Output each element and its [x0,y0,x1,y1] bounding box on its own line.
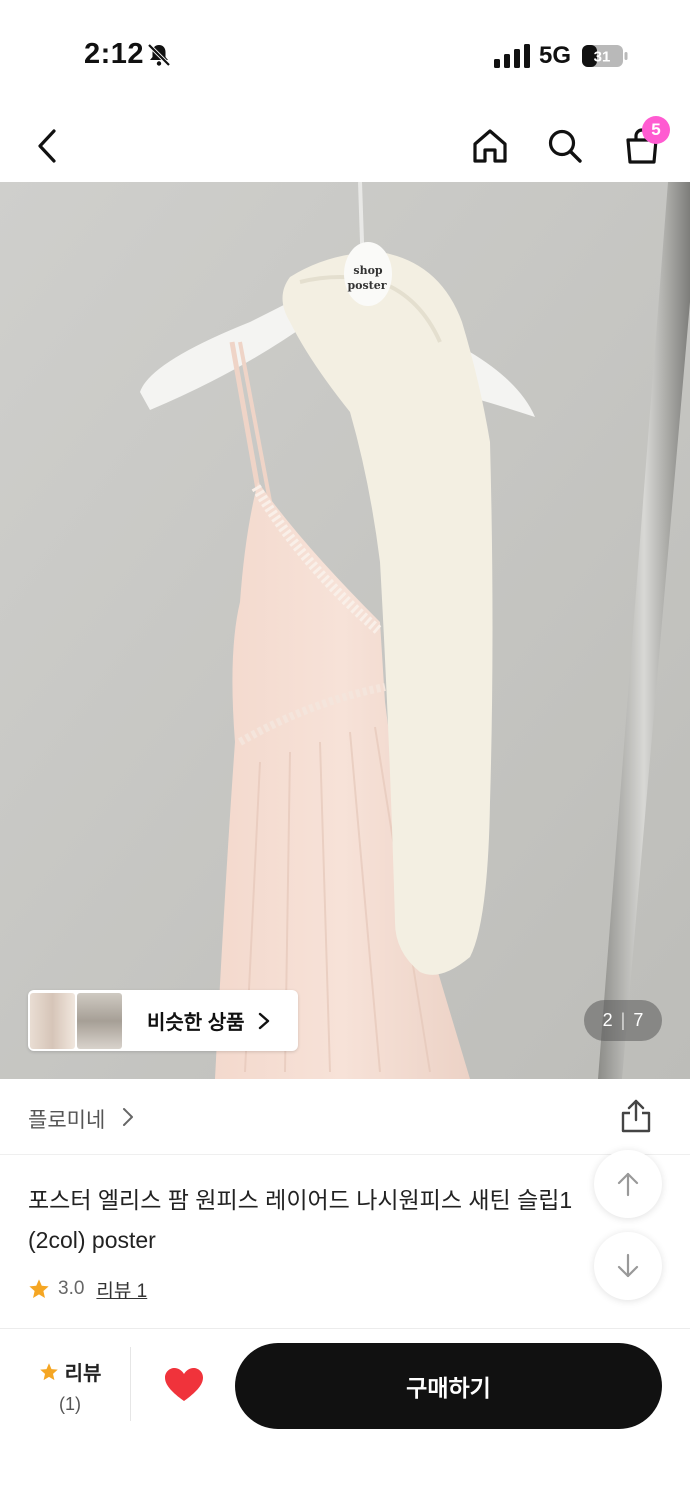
chevron-right-icon [258,1012,269,1029]
similar-thumbnail [77,992,122,1049]
home-button[interactable] [468,124,512,168]
status-bar: 2:12 5G 31 [0,0,690,110]
review-summary-button[interactable]: 리뷰 (1) [30,1357,110,1415]
buy-button[interactable]: 구매하기 [235,1343,662,1429]
rating-row: 3.0 리뷰 1 [28,1275,147,1303]
star-icon [39,1362,58,1380]
network-label: 5G [539,42,572,69]
counter-current: 2 [602,1010,613,1030]
arrow-up-icon [617,1172,639,1197]
counter-total: 7 [633,1010,644,1030]
hanger-tag-text: poster [347,279,386,292]
bottom-action-bar: 리뷰 (1) 구매하기 [0,1328,690,1500]
review-summary-top: 리뷰 [30,1357,110,1386]
similar-thumbnail [30,992,75,1049]
chevron-right-icon [123,1108,133,1126]
bell-off-icon [147,43,171,67]
counter-separator: | [620,1010,626,1030]
arrow-down-icon [617,1253,639,1278]
search-button[interactable] [543,124,587,168]
review-link[interactable]: 리뷰 1 [96,1276,147,1303]
battery-icon: 31 [582,45,628,67]
image-counter: 2 | 7 [584,1000,662,1041]
home-icon [473,129,507,163]
similar-products-button[interactable]: 비슷한 상품 [28,990,298,1051]
signal-icon [494,44,530,68]
product-title: 포스터 엘리스 팜 원피스 레이어드 나시원피스 새틴 슬립1 (2col) p… [28,1187,573,1253]
product-photo: shop poster [0,182,690,1079]
heart-icon[interactable] [164,1367,204,1403]
battery-level: 31 [594,49,611,66]
search-icon [548,129,582,163]
product-image-carousel[interactable]: shop poster [0,182,690,1079]
review-label: 리뷰 [64,1363,102,1385]
back-arrow-icon [38,129,56,163]
brand-link[interactable]: 플로미네 [28,1104,105,1134]
rating-value: 3.0 [58,1278,85,1299]
top-nav [0,110,690,182]
review-count: (1) [59,1394,81,1414]
hanger-tag-text: shop [353,264,383,277]
brand-row: 플로미네 [0,1079,690,1155]
similar-thumbnails [30,992,122,1049]
scroll-down-button[interactable] [594,1232,662,1300]
similar-products-label: 비슷한 상품 [147,1012,245,1034]
status-time: 2:12 [84,38,145,70]
star-icon [29,1279,49,1298]
divider [130,1347,131,1421]
scroll-up-button[interactable] [594,1150,662,1218]
share-icon[interactable] [620,1099,652,1133]
cart-count-badge: 5 [642,116,670,144]
back-button[interactable] [26,124,70,168]
